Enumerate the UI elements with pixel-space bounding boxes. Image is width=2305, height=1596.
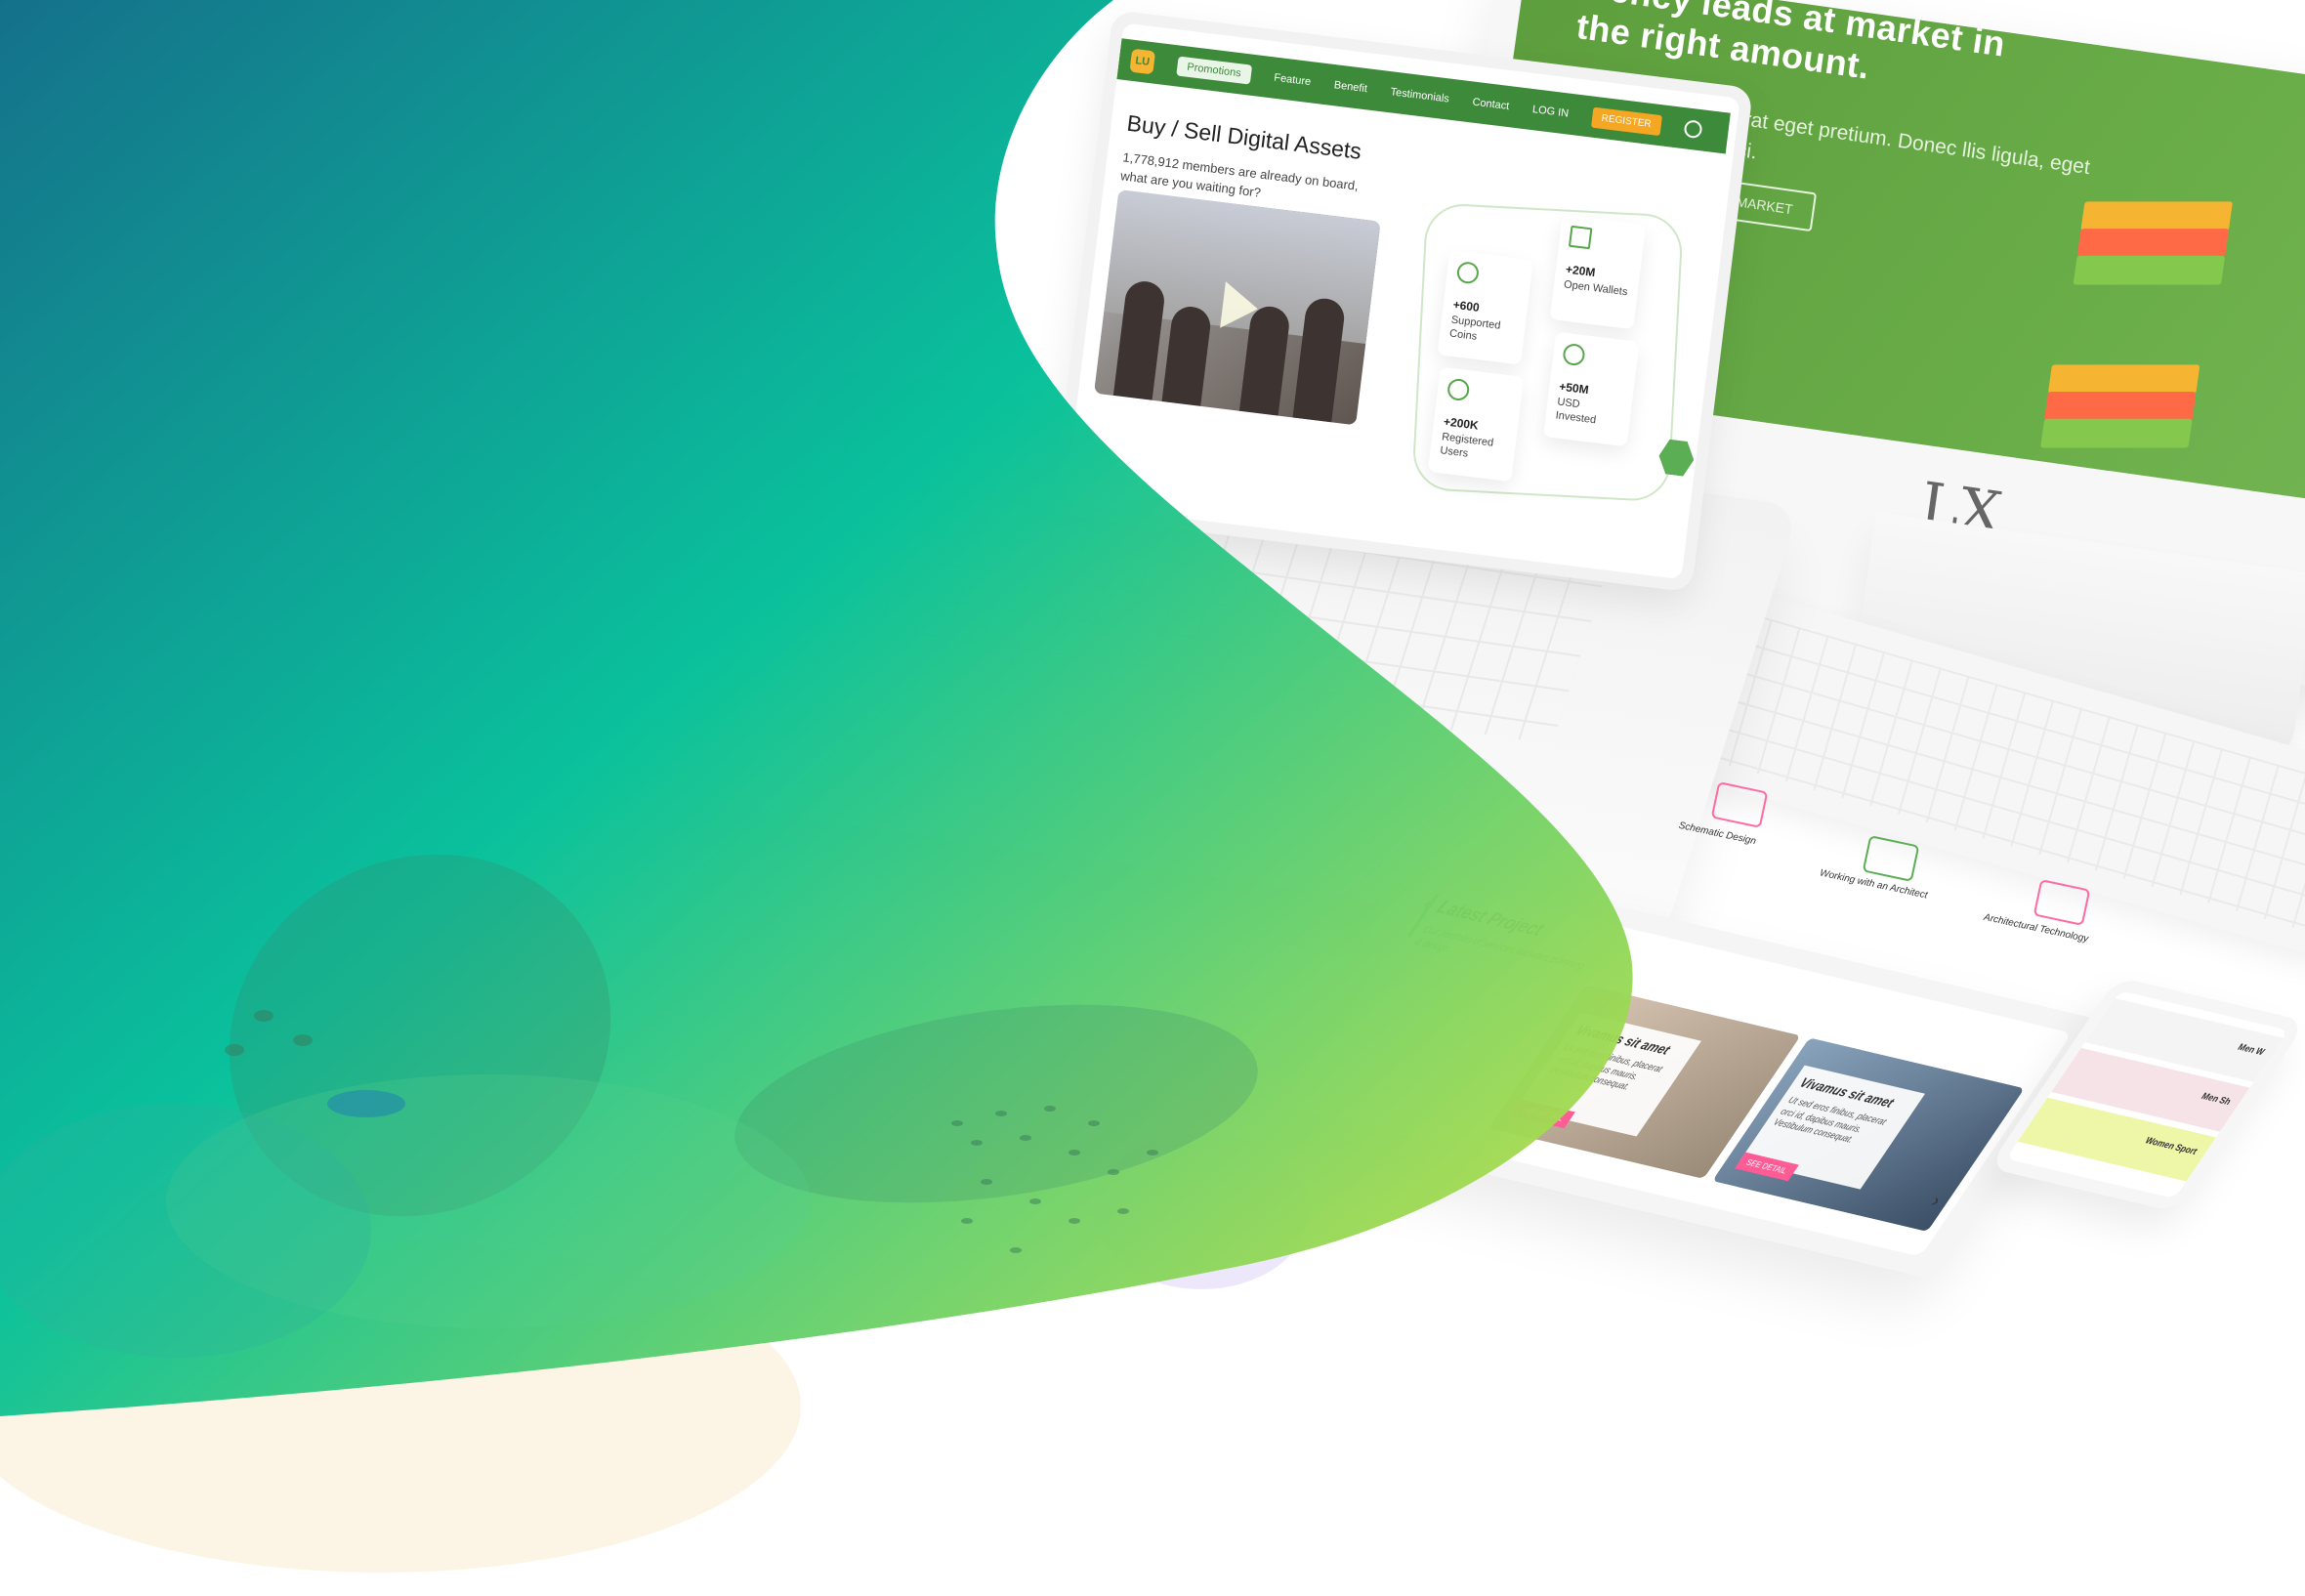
brand-logo-icon[interactable]: LU: [1129, 48, 1156, 75]
blob-2: [734, 1004, 1258, 1203]
list-item-label: Men Sh: [2199, 1090, 2234, 1108]
lavender-blob: [1094, 1133, 1309, 1289]
video-thumbnail[interactable]: [1094, 189, 1381, 426]
gear-icon[interactable]: [1683, 119, 1703, 140]
stage: rrency leads at market in the right amou…: [0, 0, 2305, 1596]
nav-item-promotions[interactable]: Promotions: [1176, 56, 1252, 85]
nav-item-contact[interactable]: Contact: [1472, 97, 1510, 113]
blob-1: [229, 854, 611, 1217]
nav-item-feature[interactable]: Feature: [1274, 72, 1312, 89]
tablet: ‹ Latest Project Our portfolio of servic…: [1245, 860, 2110, 1281]
nav-item-testimonials[interactable]: Testimonials: [1390, 86, 1450, 105]
list-item-label: Women Sport: [2143, 1135, 2200, 1156]
wallet-icon: [1568, 225, 1593, 250]
cream-blob: [0, 1240, 801, 1573]
coin-icon: [1455, 260, 1481, 285]
stat-card-users: +200K Registered Users: [1427, 366, 1525, 483]
stat-label: Registered Users: [1439, 431, 1494, 460]
laptop: LU Promotions Feature Benefit Testimonia…: [1051, 10, 1754, 593]
stat-label: Supported Coins: [1448, 314, 1502, 344]
login-link[interactable]: LOG IN: [1531, 104, 1569, 119]
users-icon: [1446, 377, 1471, 402]
speckle-pattern: [225, 1010, 1158, 1253]
nav-item-benefit[interactable]: Benefit: [1333, 79, 1367, 95]
blob-4: [0, 1104, 371, 1358]
register-button[interactable]: REGISTER: [1590, 106, 1662, 136]
laptop-screen: LU Promotions Feature Benefit Testimonia…: [1065, 22, 1740, 580]
blob-dot: [327, 1090, 405, 1117]
play-icon[interactable]: [1220, 281, 1261, 333]
blob-3: [166, 1074, 811, 1328]
stat-card-invested: +50M USD Invested: [1543, 331, 1640, 447]
stats-group: +600 Supported Coins +20M Open Wallets +…: [1411, 202, 1697, 503]
heart-icon: [1562, 342, 1586, 367]
stat-card-wallets: +20M Open Wallets: [1549, 214, 1647, 330]
stat-card-coins: +600 Supported Coins: [1437, 249, 1533, 365]
cube-graphic-lower: [2039, 364, 2200, 451]
list-item-label: Men W: [2236, 1041, 2268, 1058]
architect-icon: [1862, 835, 1920, 882]
stat-label: USD Invested: [1554, 396, 1597, 427]
cube-graphic-upper: [2073, 201, 2234, 288]
